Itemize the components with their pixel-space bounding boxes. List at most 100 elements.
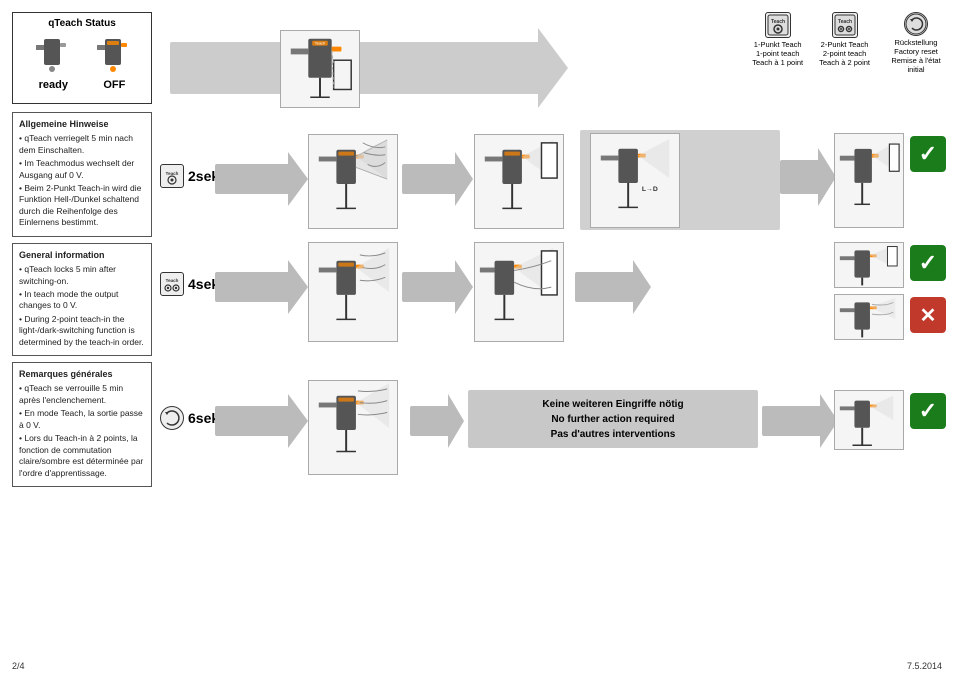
row-4sek: Teach 4sek (160, 240, 946, 345)
sensor-row2-result-x (834, 294, 904, 340)
no-action-line3: Pas d'autres interventions (542, 427, 683, 442)
row1-arrow1-head (288, 152, 308, 206)
ready-sensor-icon (36, 35, 68, 73)
svg-text:Teach: Teach (771, 19, 785, 25)
row3-arrow2 (410, 406, 450, 436)
footer-date: 7.5.2014 (907, 661, 942, 671)
info-box-english-title: General information (19, 249, 145, 261)
info-box-german: Allgemeine Hinweise qTeach verriegelt 5 … (12, 112, 152, 237)
step-6sek-icon (160, 406, 184, 430)
row2-arrow1 (215, 272, 290, 302)
sensor-row1-step1 (308, 134, 398, 229)
legend-reset-line1: Rückstellung (895, 38, 938, 47)
main-area: Teach Teach 1-Punkt Teach 1-p (160, 12, 946, 655)
svg-text:Teach: Teach (166, 278, 179, 283)
legend-2punkt-line2: 2-point teach (823, 49, 866, 58)
svg-text:Teach: Teach (838, 19, 852, 25)
row2-arrow1-head (288, 260, 308, 314)
step-4sek-label: Teach 4sek (160, 272, 219, 296)
info-german-p3: Beim 2-Punkt Teach-in wird die Funktion … (19, 183, 145, 229)
legend-reset-icon (904, 12, 928, 36)
top-arrow-head (538, 28, 568, 108)
row2-check (910, 245, 946, 281)
row1-arrow1 (215, 164, 290, 194)
info-german-p2: Im Teachmodus wechselt der Ausgang auf 0… (19, 158, 145, 181)
legend-reset-line3: Remise à l'état initial (886, 56, 946, 74)
info-french-p2: En mode Teach, la sortie passe à 0 V. (19, 408, 145, 431)
left-panel: qTeach Status (12, 12, 152, 655)
legend-2punkt-line1: 2-Punkt Teach (821, 40, 869, 49)
row2-arrow2 (402, 272, 457, 302)
legend-reset: Rückstellung Factory reset Remise à l'ét… (886, 12, 946, 74)
row2-x (910, 297, 946, 333)
step-2sek-icon: Teach (160, 164, 184, 188)
svg-text:Teach: Teach (166, 171, 179, 176)
svg-text:Teach: Teach (315, 41, 325, 46)
legend-row: Teach 1-Punkt Teach 1-point teach Teach … (752, 12, 946, 74)
row3-arrow3 (762, 406, 822, 436)
legend-1punkt-line2: 1-point teach (756, 49, 799, 58)
no-action-box: Keine weiteren Eingriffe nötig No furthe… (468, 390, 758, 448)
sensor-row1-step3: L→D (590, 133, 680, 228)
no-action-text: Keine weiteren Eingriffe nötig No furthe… (542, 397, 683, 442)
info-english-p2: In teach mode the output changes to 0 V. (19, 289, 145, 312)
off-sensor (97, 35, 129, 73)
info-box-french: Remarques générales qTeach se verrouille… (12, 362, 152, 487)
row1-right-arrow-body (780, 160, 820, 194)
legend-2punkt: Teach 2-Punkt Teach 2-point teach Teach … (819, 12, 870, 67)
legend-1punkt-line1: 1-Punkt Teach (754, 40, 802, 49)
sensor-row3-final (834, 390, 904, 450)
legend-1punkt-icon: Teach (765, 12, 791, 38)
legend-1punkt-line3: Teach à 1 point (752, 58, 803, 67)
sensor-row1-final (834, 133, 904, 228)
sensor-box-top-1: Teach (280, 30, 360, 108)
no-action-line1: Keine weiteren Eingriffe nötig (542, 397, 683, 412)
row2-arrow3 (575, 272, 635, 302)
no-action-line2: No further action required (542, 412, 683, 427)
row1-arrow2-head (455, 152, 473, 206)
legend-2punkt-line3: Teach à 2 point (819, 58, 870, 67)
off-sensor-icon (97, 35, 129, 73)
row-6sek: 6sek Kei (160, 378, 946, 478)
row3-arrow1-head (288, 394, 308, 448)
sensor-row3 (308, 380, 398, 475)
row2-arrow2-head (455, 260, 473, 314)
sensor-row2-step2 (474, 242, 564, 342)
off-label: OFF (103, 79, 125, 91)
footer-page: 2/4 (12, 661, 25, 671)
info-english-p1: qTeach locks 5 min after switching-on. (19, 264, 145, 287)
row-2sek: Teach 2sek (160, 130, 946, 235)
top-row: Teach Teach 1-Punkt Teach 1-p (160, 12, 946, 132)
legend-reset-line2: Factory reset (894, 47, 938, 56)
row1-arrow2 (402, 164, 457, 194)
info-box-french-title: Remarques générales (19, 368, 145, 380)
info-box-english: General information qTeach locks 5 min a… (12, 243, 152, 356)
info-german-p1: qTeach verriegelt 5 min nach dem Einscha… (19, 133, 145, 156)
sensor-row1-step2 (474, 134, 564, 229)
row2-arrow3-head (633, 260, 651, 314)
sensor-row2-result-check (834, 242, 904, 288)
status-icons (21, 35, 143, 73)
footer: 2/4 7.5.2014 (12, 661, 942, 671)
row3-check (910, 393, 946, 429)
step-6sek-label: 6sek (160, 406, 219, 430)
status-labels: ready OFF (21, 77, 143, 91)
info-french-p3: Lors du Teach-in à 2 points, la fonction… (19, 433, 145, 479)
row1-check (910, 136, 946, 172)
info-box-german-title: Allgemeine Hinweise (19, 118, 145, 130)
ready-sensor (36, 35, 68, 73)
status-box: qTeach Status (12, 12, 152, 104)
step-4sek-icon: Teach (160, 272, 184, 296)
step-2sek-label: Teach 2sek (160, 164, 219, 188)
sensor-row2-step1 (308, 242, 398, 342)
info-english-p3: During 2-point teach-in the light-/dark-… (19, 314, 145, 348)
sensor-diagram-top: Teach (281, 30, 359, 108)
svg-text:L→D: L→D (642, 186, 658, 193)
row3-arrow2-head (448, 394, 464, 448)
row3-arrow1 (215, 406, 290, 436)
ready-label: ready (39, 79, 68, 91)
info-french-p1: qTeach se verrouille 5 min après l'encle… (19, 383, 145, 406)
legend-2punkt-icon: Teach (832, 12, 858, 38)
legend-1punkt: Teach 1-Punkt Teach 1-point teach Teach … (752, 12, 803, 67)
status-title: qTeach Status (21, 18, 143, 29)
